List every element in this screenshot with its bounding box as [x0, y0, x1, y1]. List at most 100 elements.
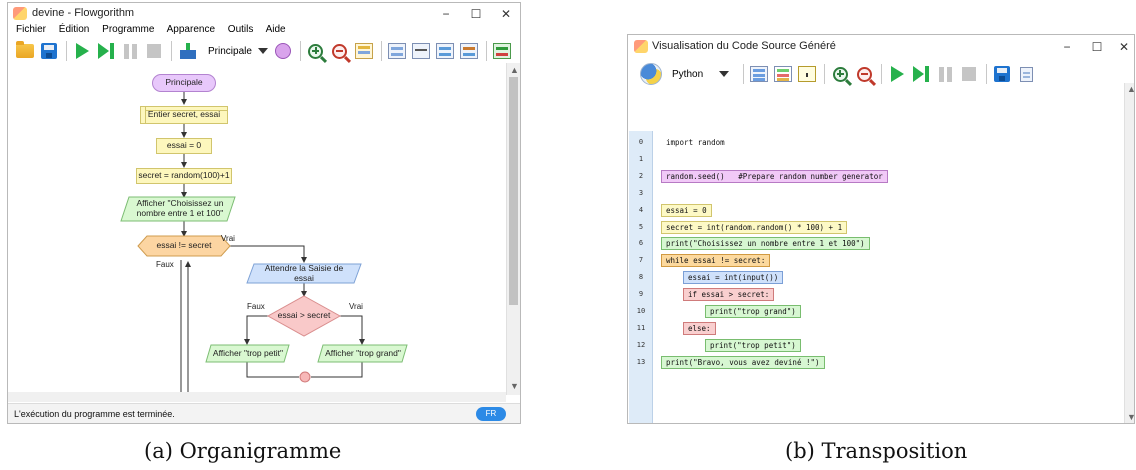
- status-bar: L'exécution du programme est terminée. F…: [8, 403, 520, 423]
- console-icon: [435, 43, 454, 59]
- console-button[interactable]: [434, 40, 456, 62]
- code-line[interactable]: print("Bravo, vous avez deviné !"): [661, 355, 825, 369]
- zoom-out-icon: [856, 66, 872, 82]
- scroll-up-arrow-icon[interactable]: ▲: [510, 65, 519, 75]
- flowchart-declare[interactable]: Entier secret, essai: [140, 106, 228, 124]
- menu-outils[interactable]: Outils: [228, 24, 254, 35]
- menu-programme[interactable]: Programme: [102, 24, 154, 35]
- save-button[interactable]: [38, 40, 60, 62]
- right-toolbar: Python: [640, 63, 1039, 85]
- shapes-icon: [274, 43, 291, 59]
- close-button[interactable]: ✕: [1110, 37, 1134, 57]
- function-select[interactable]: Principale: [204, 46, 272, 57]
- code-line[interactable]: print("trop grand"): [705, 305, 801, 318]
- step-button[interactable]: [95, 40, 117, 62]
- language-select-value: Python: [672, 68, 704, 80]
- add-function-button[interactable]: [176, 40, 202, 62]
- language-badge[interactable]: FR: [476, 407, 506, 421]
- code-line[interactable]: while essai != secret:: [661, 254, 771, 268]
- show-colors-button[interactable]: [772, 63, 794, 85]
- flowchart-while-loop[interactable]: essai != secret: [146, 237, 222, 255]
- translate-button[interactable]: [491, 40, 513, 62]
- stop-button[interactable]: [958, 63, 980, 85]
- code-line[interactable]: else:: [683, 321, 716, 335]
- left-horizontal-scrollbar[interactable]: [8, 392, 506, 402]
- line-number: 7: [638, 256, 644, 265]
- pause-button[interactable]: [119, 40, 141, 62]
- code-line[interactable]: if essai > secret:: [683, 288, 775, 302]
- flowchart-output-prompt[interactable]: Afficher "Choisissez un nombre entre 1 e…: [134, 198, 226, 220]
- scroll-down-arrow-icon[interactable]: ▼: [1127, 412, 1134, 422]
- show-lines-button[interactable]: [748, 63, 770, 85]
- loop-false-label: Faux: [156, 260, 174, 269]
- toolbar-separator: [824, 64, 826, 84]
- zoom-in-button[interactable]: [305, 40, 327, 62]
- left-vertical-scrollbar[interactable]: ▲ ▼: [506, 63, 520, 395]
- scroll-up-arrow-icon[interactable]: ▲: [1127, 84, 1134, 94]
- flowchart-if[interactable]: essai > secret: [274, 309, 334, 323]
- save-button[interactable]: [991, 63, 1013, 85]
- step-button[interactable]: [910, 63, 932, 85]
- shapes-button[interactable]: [272, 40, 294, 62]
- code-line[interactable]: print("Choisissez un nombre entre 1 et 1…: [661, 237, 870, 251]
- minimize-button[interactable]: −: [1053, 37, 1081, 57]
- pause-button[interactable]: [934, 63, 956, 85]
- close-button[interactable]: ✕: [492, 4, 520, 24]
- flowchart-output-big[interactable]: Afficher "trop grand": [323, 346, 403, 361]
- left-vertical-scroll-thumb[interactable]: [509, 77, 518, 305]
- menu-fichier[interactable]: Fichier: [16, 24, 46, 35]
- stop-button[interactable]: [143, 40, 165, 62]
- toolbar-separator: [881, 64, 883, 84]
- flowchart-canvas[interactable]: Principale Entier secret, essai essai = …: [16, 66, 516, 392]
- maximize-button[interactable]: ☐: [462, 4, 490, 24]
- menu-edition[interactable]: Édition: [59, 24, 90, 35]
- flowchart-start[interactable]: Principale: [152, 74, 216, 92]
- line-number: 0: [638, 138, 644, 146]
- code-line[interactable]: essai = int(input()): [683, 271, 784, 285]
- maximize-button[interactable]: ☐: [1083, 37, 1111, 57]
- zoom-in-icon: [832, 66, 848, 82]
- variables-window-button[interactable]: [386, 40, 408, 62]
- chevron-down-icon: [719, 71, 730, 77]
- highlight-button[interactable]: [796, 63, 818, 85]
- menu-apparence[interactable]: Apparence: [167, 24, 215, 35]
- toolbar-separator: [986, 64, 988, 84]
- flowchart-output-small[interactable]: Afficher "trop petit": [211, 346, 285, 361]
- source-code-button[interactable]: [458, 40, 480, 62]
- code-line[interactable]: secret = int(random.random() * 100) + 1: [661, 220, 848, 234]
- save-icon: [41, 43, 57, 59]
- scroll-down-arrow-icon[interactable]: ▼: [510, 381, 519, 391]
- flowchart-assign-secret[interactable]: secret = random(100)+1: [136, 168, 232, 184]
- line-number: 5: [638, 222, 644, 231]
- flowchart-assign-essai[interactable]: essai = 0: [156, 138, 212, 154]
- code-line[interactable]: print("trop petit"): [705, 338, 801, 352]
- copy-button[interactable]: [1015, 63, 1037, 85]
- toolbar-separator: [299, 41, 301, 61]
- minimize-button[interactable]: −: [432, 4, 460, 24]
- open-button[interactable]: [14, 40, 36, 62]
- style-button[interactable]: [353, 40, 375, 62]
- right-vertical-scrollbar[interactable]: ▲ ▼: [1124, 83, 1134, 423]
- run-button[interactable]: [71, 40, 93, 62]
- code-line[interactable]: random.seed() #Prepare random number gen…: [661, 169, 888, 183]
- menu-aide[interactable]: Aide: [266, 24, 286, 35]
- pause-icon: [938, 66, 952, 82]
- if-false-label: Faux: [247, 302, 265, 311]
- run-button[interactable]: [886, 63, 908, 85]
- code-editor[interactable]: 0 import random 1 2 random.seed() #Prepare r…: [629, 131, 1124, 423]
- caption-left: (a) Organigramme: [144, 439, 342, 463]
- zoom-out-icon: [332, 43, 348, 59]
- zoom-out-button[interactable]: [853, 63, 875, 85]
- flowchart-input[interactable]: Attendre la Saisie de essai: [254, 263, 354, 283]
- zoom-out-button[interactable]: [329, 40, 351, 62]
- code-line[interactable]: import random: [661, 136, 730, 149]
- language-select[interactable]: Python: [668, 69, 733, 80]
- code-line[interactable]: essai = 0: [661, 203, 712, 217]
- expression-button[interactable]: [410, 40, 432, 62]
- play-icon: [75, 43, 89, 59]
- chevron-down-icon: [257, 48, 268, 54]
- stop-icon: [147, 44, 161, 58]
- colors-icon: [774, 66, 793, 82]
- flowgorithm-window: devine - Flowgorithm − ☐ ✕ Fichier Éditi…: [7, 2, 521, 424]
- zoom-in-button[interactable]: [829, 63, 851, 85]
